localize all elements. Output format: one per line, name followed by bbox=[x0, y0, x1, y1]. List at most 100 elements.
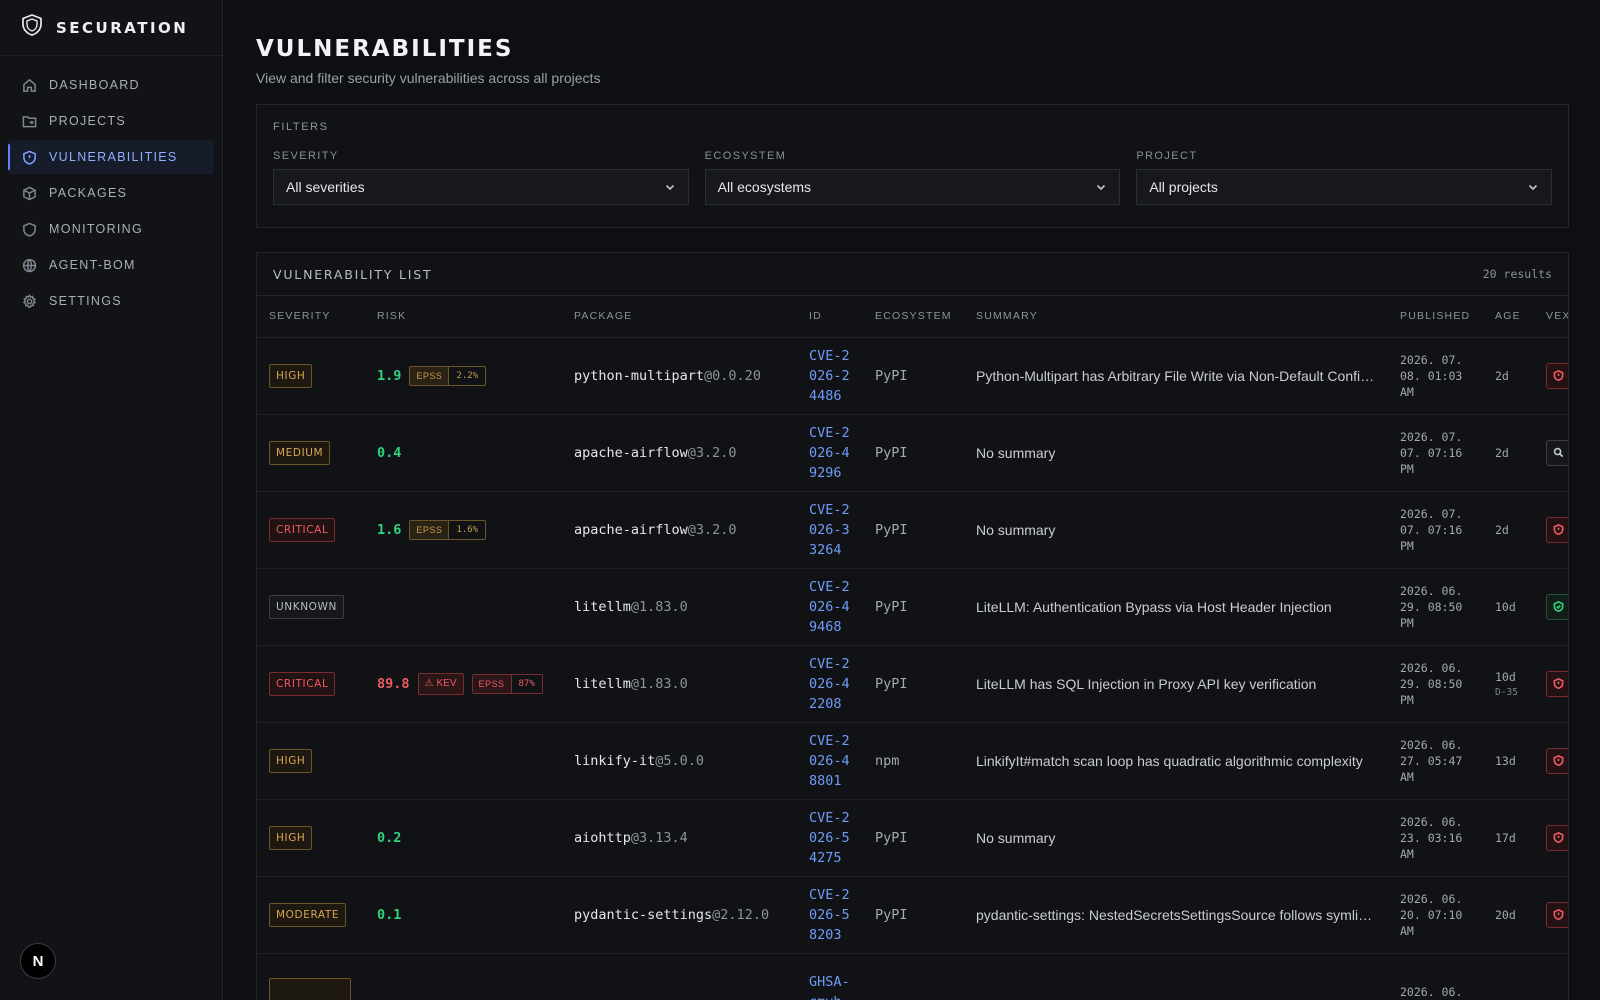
column-header-severity[interactable]: SEVERITY bbox=[257, 296, 365, 338]
epss-badge: EPSS 2.2% bbox=[409, 365, 487, 386]
table-row[interactable]: HIGH 1.9 EPSS 2.2% python-multipart@0.0.20 CV… bbox=[257, 337, 1568, 415]
project-filter-label: PROJECT bbox=[1136, 150, 1198, 162]
vulnerability-id-link[interactable]: CVE-2026-33264 bbox=[809, 502, 850, 558]
vex-cell bbox=[1534, 876, 1568, 954]
column-header-age[interactable]: AGE bbox=[1483, 296, 1534, 338]
severity-badge: UNKNOWN bbox=[269, 594, 344, 619]
page-subtitle: View and filter security vulnerabilities… bbox=[256, 70, 601, 86]
shield-alert-icon bbox=[1553, 370, 1564, 381]
ecosystem-cell: PyPI bbox=[863, 414, 964, 492]
list-header: VULNERABILITY LIST 20 results bbox=[257, 253, 1568, 296]
sidebar-item-dashboard[interactable]: DASHBOARD bbox=[8, 68, 214, 102]
table-row[interactable]: HIGH 0.2 aiohttp@3.13.4 CVE-2026-54275 PyPI N… bbox=[257, 799, 1568, 877]
age-value: 10d bbox=[1495, 669, 1516, 684]
sidebar-item-packages[interactable]: PACKAGES bbox=[8, 176, 214, 210]
sidebar-item-projects[interactable]: PROJECTS bbox=[8, 104, 214, 138]
age-value: 2d bbox=[1495, 522, 1509, 537]
vulnerability-table: SEVERITY RISK PACKAGE ID ECOSYSTEM SUMMA… bbox=[257, 296, 1568, 1000]
vex-status-button[interactable] bbox=[1546, 670, 1568, 697]
vulnerability-id-link[interactable]: CVE-2026-48801 bbox=[809, 733, 850, 789]
gear-icon bbox=[22, 293, 37, 308]
sidebar-nav: DASHBOARD PROJECTS VULNERABILITIES PACKA… bbox=[0, 56, 222, 318]
ecosystem-filter: ECOSYSTEM All ecosystems bbox=[704, 150, 1121, 205]
age-cell: 10d bbox=[1483, 568, 1534, 646]
vex-cell bbox=[1534, 645, 1568, 723]
project-select[interactable]: All projects bbox=[1136, 169, 1553, 205]
table-row[interactable]: MODERATE 0.1 pydantic-settings@2.12.0 CVE-2… bbox=[257, 876, 1568, 954]
sidebar-item-label: SETTINGS bbox=[49, 294, 122, 308]
vex-status-button[interactable] bbox=[1546, 747, 1568, 774]
avatar[interactable]: N bbox=[20, 943, 56, 979]
table-row[interactable]: GHSA-cmvh- 2026. 06. bbox=[257, 953, 1568, 1000]
severity-select[interactable]: All severities bbox=[273, 169, 689, 205]
vex-cell bbox=[1534, 491, 1568, 569]
age-value: 20d bbox=[1495, 907, 1516, 922]
search-icon bbox=[1553, 447, 1564, 458]
ecosystem-cell: npm bbox=[863, 722, 964, 800]
column-header-id[interactable]: ID bbox=[797, 296, 863, 338]
severity-filter: SEVERITY All severities bbox=[273, 150, 689, 205]
ecosystem-select[interactable]: All ecosystems bbox=[704, 169, 1121, 205]
package-name: apache-airflow bbox=[574, 521, 688, 538]
id-cell: CVE-2026-49296 bbox=[797, 414, 863, 492]
table-row[interactable]: UNKNOWN litellm@1.83.0 CVE-2026-49468 PyPI L… bbox=[257, 568, 1568, 646]
vulnerability-id-link[interactable]: CVE-2026-54275 bbox=[809, 810, 850, 866]
vex-status-button[interactable] bbox=[1546, 439, 1568, 466]
vulnerability-id-link[interactable]: GHSA-cmvh- bbox=[809, 974, 850, 1000]
package-cell: aiohttp@3.13.4 bbox=[562, 799, 797, 877]
age-value: 10d bbox=[1495, 599, 1516, 614]
table-row[interactable]: MEDIUM 0.4 apache-airflow@3.2.0 CVE-2026-49… bbox=[257, 414, 1568, 492]
severity-cell: HIGH bbox=[257, 337, 365, 415]
package-cell: pydantic-settings@2.12.0 bbox=[562, 876, 797, 954]
severity-cell: UNKNOWN bbox=[257, 568, 365, 646]
shield-logo-icon bbox=[20, 13, 44, 42]
sidebar-item-monitoring[interactable]: MONITORING bbox=[8, 212, 214, 246]
sidebar: SECURATION DASHBOARD PROJECTS VULNERABIL… bbox=[0, 0, 223, 1000]
chevron-down-icon bbox=[665, 184, 674, 191]
id-cell: CVE-2026-24486 bbox=[797, 337, 863, 415]
table-row[interactable]: CRITICAL 1.6 EPSS 1.6% apache-airflow@3.2.0 C… bbox=[257, 491, 1568, 569]
globe-icon bbox=[22, 258, 37, 273]
vulnerability-id-link[interactable]: CVE-2026-42208 bbox=[809, 656, 850, 712]
vulnerability-id-link[interactable]: CVE-2026-58203 bbox=[809, 887, 850, 943]
list-title: VULNERABILITY LIST bbox=[273, 266, 433, 282]
shield-alert-icon bbox=[1553, 678, 1564, 689]
age-value: 17d bbox=[1495, 830, 1516, 845]
risk-cell: 0.1 bbox=[365, 876, 562, 954]
column-header-summary[interactable]: SUMMARY bbox=[964, 296, 1388, 338]
package-cell bbox=[562, 953, 797, 1000]
brand-name: SECURATION bbox=[56, 18, 189, 37]
age-value: 13d bbox=[1495, 753, 1516, 768]
vex-status-button[interactable] bbox=[1546, 593, 1568, 620]
vex-status-button[interactable] bbox=[1546, 824, 1568, 851]
sidebar-item-settings[interactable]: SETTINGS bbox=[8, 284, 214, 318]
sidebar-item-agent-bom[interactable]: AGENT-BOM bbox=[8, 248, 214, 282]
sidebar-item-label: DASHBOARD bbox=[49, 78, 140, 92]
package-cell: linkify-it@5.0.0 bbox=[562, 722, 797, 800]
vex-status-button[interactable] bbox=[1546, 516, 1568, 543]
published-cell: 2026. 06. 29. 08:50 PM bbox=[1388, 645, 1483, 723]
id-cell: CVE-2026-48801 bbox=[797, 722, 863, 800]
column-header-ecosystem[interactable]: ECOSYSTEM bbox=[863, 296, 964, 338]
brand[interactable]: SECURATION bbox=[0, 0, 222, 56]
sidebar-item-vulnerabilities[interactable]: VULNERABILITIES bbox=[8, 140, 214, 174]
ecosystem-cell: PyPI bbox=[863, 645, 964, 723]
published-cell: 2026. 07. 08. 01:03 AM bbox=[1388, 337, 1483, 415]
vex-status-button[interactable] bbox=[1546, 901, 1568, 928]
column-header-published[interactable]: PUBLISHED bbox=[1388, 296, 1483, 338]
vulnerability-id-link[interactable]: CVE-2026-49296 bbox=[809, 425, 850, 481]
package-cell: apache-airflow@3.2.0 bbox=[562, 491, 797, 569]
column-header-vex[interactable]: VEX bbox=[1534, 296, 1568, 338]
package-name: pydantic-settings bbox=[574, 906, 713, 923]
table-row[interactable]: HIGH linkify-it@5.0.0 CVE-2026-48801 npm Lin… bbox=[257, 722, 1568, 800]
vex-status-button[interactable] bbox=[1546, 362, 1568, 389]
filters-label: FILTERS bbox=[273, 121, 329, 133]
severity-cell: CRITICAL bbox=[257, 645, 365, 723]
vulnerability-id-link[interactable]: CVE-2026-24486 bbox=[809, 348, 850, 404]
table-body: HIGH 1.9 EPSS 2.2% python-multipart@0.0.20 CV… bbox=[257, 337, 1568, 1000]
column-header-risk[interactable]: RISK bbox=[365, 296, 562, 338]
column-header-package[interactable]: PACKAGE bbox=[562, 296, 797, 338]
table-row[interactable]: CRITICAL 89.8 ⚠ KEV EPSS 87% litellm@1.83.0 CVE… bbox=[257, 645, 1568, 723]
summary-cell: LiteLLM has SQL Injection in Proxy API k… bbox=[964, 645, 1388, 723]
vulnerability-id-link[interactable]: CVE-2026-49468 bbox=[809, 579, 850, 635]
